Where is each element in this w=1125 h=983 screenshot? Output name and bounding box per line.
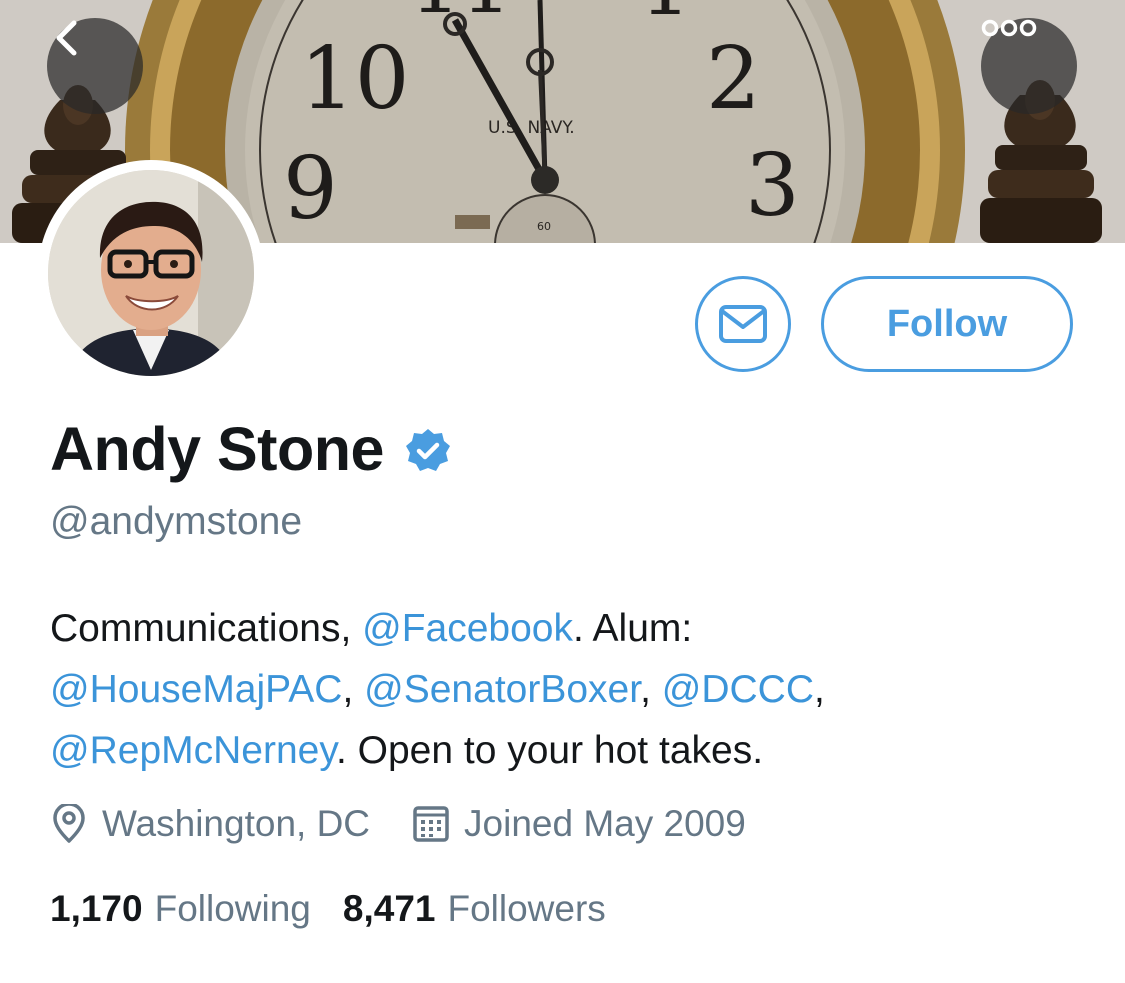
svg-text:10: 10	[300, 29, 409, 129]
following-link[interactable]: 1,170 Following	[50, 888, 311, 930]
bio-text: . Open to your hot takes.	[335, 729, 764, 772]
svg-text:1: 1	[640, 0, 691, 33]
follow-button[interactable]: Follow	[821, 276, 1073, 372]
banner-brand-text: U.S. NAVY.	[488, 118, 575, 138]
envelope-icon	[719, 305, 767, 343]
followers-link[interactable]: 8,471 Followers	[343, 888, 606, 930]
location-pin-icon	[53, 804, 85, 843]
profile-stats: 1,170 Following 8,471 Followers	[50, 888, 606, 930]
svg-text:60: 60	[537, 220, 551, 233]
calendar-icon	[413, 806, 449, 842]
svg-text:2: 2	[706, 29, 761, 129]
following-count: 1,170	[50, 888, 143, 929]
bio-text: ,	[813, 668, 825, 711]
more-dots-icon	[981, 19, 1037, 37]
joined-item: Joined May 2009	[412, 803, 746, 845]
profile-bio: Communications, @Facebook. Alum: @HouseM…	[50, 598, 1090, 781]
avatar-image	[48, 170, 254, 376]
bio-text: . Alum:	[573, 607, 693, 650]
svg-text:3: 3	[745, 136, 800, 236]
back-button[interactable]	[47, 18, 143, 114]
bio-mention-senatorboxer[interactable]: @SenatorBoxer	[364, 668, 640, 711]
svg-text:9: 9	[283, 139, 338, 239]
followers-label: Followers	[447, 888, 606, 929]
name-row: Andy Stone	[50, 414, 452, 484]
bio-mention-facebook[interactable]: @Facebook	[362, 607, 573, 650]
chevron-left-icon	[56, 20, 77, 56]
bio-mention-dccc[interactable]: @DCCC	[662, 668, 814, 711]
profile-handle: @andymstone	[50, 500, 303, 543]
bio-text: ,	[640, 668, 662, 711]
bio-text: Communications,	[50, 607, 363, 650]
profile-avatar[interactable]	[38, 160, 264, 386]
message-button[interactable]	[695, 276, 791, 372]
joined-text: Joined May 2009	[464, 803, 746, 844]
bio-mention-housemajpac[interactable]: @HouseMajPAC	[50, 668, 342, 711]
followers-count: 8,471	[342, 888, 436, 929]
location-item: Washington, DC	[50, 803, 370, 845]
more-options-button[interactable]	[981, 18, 1077, 114]
location-text: Washington, DC	[102, 803, 371, 844]
display-name: Andy Stone	[50, 415, 384, 483]
verified-badge-icon	[405, 429, 450, 471]
following-label: Following	[154, 888, 311, 929]
bio-mention-repmcnerney[interactable]: @RepMcNerney	[50, 729, 336, 772]
profile-meta: Washington, DC Joined May 2009	[50, 803, 746, 845]
bio-text: ,	[342, 668, 365, 711]
